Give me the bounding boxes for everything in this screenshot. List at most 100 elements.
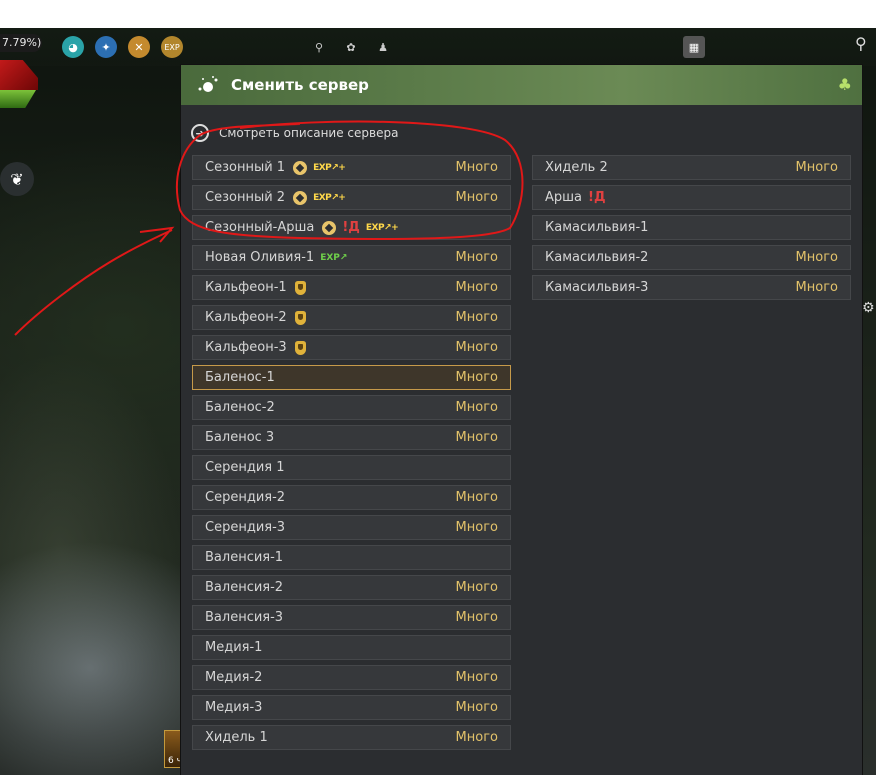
server-name: Серендия 1 [205, 460, 285, 475]
server-load: Много [455, 160, 498, 175]
server-row[interactable]: Камасильвия-3 Много [532, 275, 851, 300]
shield-badge-icon [294, 280, 306, 295]
calendar-icon[interactable]: ▦ [683, 36, 705, 58]
server-row[interactable]: Новая Оливия-1 EXP↗ Много [192, 245, 511, 270]
seasonal-badge-icon [293, 190, 308, 205]
server-row[interactable]: Серендия-3 Много [192, 515, 511, 540]
server-name: Сезонный-Арша [205, 220, 315, 235]
change-server-window: Сменить сервер ♣ ➜ Смотреть описание сер… [181, 65, 862, 775]
server-name: Валенсия-1 [205, 550, 284, 565]
server-load: Много [795, 160, 838, 175]
server-description-link[interactable]: ➜ Смотреть описание сервера [191, 123, 398, 143]
friends-icon[interactable]: ♟ [372, 36, 394, 58]
server-load: Много [455, 190, 498, 205]
server-name: Сезонный 1 [205, 160, 286, 175]
exp-badge-icon: EXP↗+ [365, 222, 399, 233]
server-name: Баленос-1 [205, 370, 275, 385]
server-name: Хидель 1 [205, 730, 268, 745]
exp-badge-icon: EXP↗ [320, 252, 348, 263]
server-name: Кальфеон-3 [205, 340, 287, 355]
server-name: Валенсия-3 [205, 610, 284, 625]
server-row[interactable]: Кальфеон-2 Много [192, 305, 511, 330]
server-list-right: Хидель 2 Много Арша !Д Камасильвия-1 Камасиль… [532, 155, 851, 305]
server-name: Медия-1 [205, 640, 263, 655]
server-load: Много [455, 580, 498, 595]
exp-badge-icon: EXP↗+ [313, 162, 346, 173]
palette-icon[interactable]: ✿ [340, 36, 362, 58]
server-name: Хидель 2 [545, 160, 608, 175]
server-name: Новая Оливия-1 [205, 250, 315, 265]
server-name: Серендия-3 [205, 520, 286, 535]
guild-icon[interactable]: ✕ [128, 36, 150, 58]
seasonal-badge-icon [322, 220, 337, 235]
server-row[interactable]: Камасильвия-1 [532, 215, 851, 240]
server-name: Кальфеон-2 [205, 310, 287, 325]
server-row[interactable]: Медия-1 [192, 635, 511, 660]
server-list-left: Сезонный 1 EXP↗+ Много Сезонный 2 EXP↗+ Много… [192, 155, 511, 755]
server-row[interactable]: Сезонный 1 EXP↗+ Много [192, 155, 511, 180]
pvp-badge-icon: !Д [588, 190, 606, 205]
server-name: Серендия-2 [205, 490, 286, 505]
butterfly-icon[interactable]: ❦ [0, 162, 34, 196]
server-load: Много [455, 340, 498, 355]
server-name: Баленос-2 [205, 400, 275, 415]
seasonal-badge-icon [293, 160, 308, 175]
window-header: Сменить сервер ♣ [181, 65, 862, 105]
server-description-label: Смотреть описание сервера [219, 126, 399, 140]
server-row[interactable]: Арша !Д [532, 185, 851, 210]
server-load: Много [455, 400, 498, 415]
server-name: Сезонный 2 [205, 190, 286, 205]
server-row[interactable]: Сезонный-Арша !Д EXP↗+ [192, 215, 511, 240]
server-name: Арша [545, 190, 583, 205]
server-row[interactable]: Хидель 2 Много [532, 155, 851, 180]
server-name: Кальфеон-1 [205, 280, 287, 295]
server-name: Баленос 3 [205, 430, 275, 445]
server-row[interactable]: Баленос-2 Много [192, 395, 511, 420]
server-load: Много [455, 250, 498, 265]
server-row[interactable]: Кальфеон-1 Много [192, 275, 511, 300]
server-name: Камасильвия-3 [545, 280, 649, 295]
server-load: Много [795, 250, 838, 265]
server-load: Много [455, 370, 498, 385]
shield-badge-icon [294, 310, 306, 325]
server-name: Камасильвия-2 [545, 250, 649, 265]
server-row[interactable]: Баленос-1 Много [192, 365, 511, 390]
server-load: Много [795, 280, 838, 295]
arrow-right-circle-icon: ➜ [191, 124, 209, 142]
percent-readout: 7.79%) [0, 34, 42, 52]
server-row[interactable]: Медия-3 Много [192, 695, 511, 720]
server-row[interactable]: Серендия 1 [192, 455, 511, 480]
server-name: Камасильвия-1 [545, 220, 649, 235]
server-row[interactable]: Валенсия-1 [192, 545, 511, 570]
window-title: Сменить сервер [231, 76, 369, 94]
server-load: Много [455, 700, 498, 715]
search-person-icon[interactable]: ⚲ [308, 36, 330, 58]
server-row[interactable]: Сезонный 2 EXP↗+ Много [192, 185, 511, 210]
wolf-icon[interactable]: ✦ [95, 36, 117, 58]
server-row[interactable]: Серендия-2 Много [192, 485, 511, 510]
server-row[interactable]: Медия-2 Много [192, 665, 511, 690]
server-name: Медия-2 [205, 670, 263, 685]
server-load: Много [455, 670, 498, 685]
server-row[interactable]: Кальфеон-3 Много [192, 335, 511, 360]
server-row[interactable]: Баленос 3 Много [192, 425, 511, 450]
clover-icon[interactable]: ♣ [838, 75, 852, 94]
server-load: Много [455, 610, 498, 625]
shield-badge-icon [294, 340, 306, 355]
server-row[interactable]: Камасильвия-2 Много [532, 245, 851, 270]
server-load: Много [455, 280, 498, 295]
server-load: Много [455, 430, 498, 445]
gear-icon[interactable]: ⚙ [862, 300, 875, 316]
server-row[interactable]: Валенсия-3 Много [192, 605, 511, 630]
server-row[interactable]: Валенсия-2 Много [192, 575, 511, 600]
server-load: Много [455, 310, 498, 325]
search-icon[interactable]: ⚲ [855, 34, 867, 53]
server-load: Много [455, 490, 498, 505]
server-load: Много [455, 520, 498, 535]
server-name: Валенсия-2 [205, 580, 284, 595]
pet-icon[interactable]: ◕ [62, 36, 84, 58]
server-name: Медия-3 [205, 700, 263, 715]
server-load: Много [455, 730, 498, 745]
exp-buff-icon[interactable]: EXP [161, 36, 183, 58]
server-row[interactable]: Хидель 1 Много [192, 725, 511, 750]
